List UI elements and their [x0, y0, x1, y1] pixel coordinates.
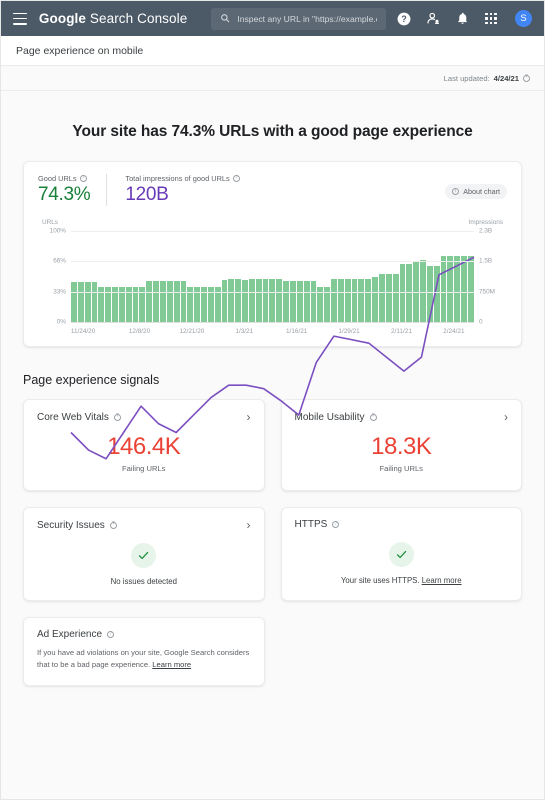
x-axis-tick: 11/24/20	[71, 328, 95, 335]
apps-grid-icon[interactable]	[483, 11, 499, 27]
metric-caption: Total impressions of good URLs ?	[125, 174, 239, 183]
help-icon[interactable]: ?	[396, 11, 412, 27]
grid-line	[71, 231, 474, 232]
app-brand-logo: Google Search Console	[39, 11, 187, 26]
metric-value: 120B	[125, 184, 239, 206]
x-axis-tick: 1/29/21	[338, 328, 359, 335]
help-icon[interactable]: ?	[523, 75, 530, 82]
metric-caption-text: Good URLs	[38, 174, 77, 183]
x-axis-tick: 2/11/21	[391, 328, 412, 335]
y2-axis-tick: 0	[479, 319, 483, 326]
x-axis-tick: 1/3/21	[235, 328, 253, 335]
x-axis-tick: 12/21/20	[179, 328, 204, 335]
avatar[interactable]: S	[515, 10, 532, 27]
learn-more-link[interactable]: Learn more	[152, 660, 191, 669]
top-navigation-bar: Google Search Console ? S	[1, 1, 544, 36]
ad-experience-description: If you have ad violations on your site, …	[37, 648, 249, 669]
card-body-text: If you have ad violations on your site, …	[37, 647, 251, 671]
top-bar-icon-group: ? S	[396, 10, 532, 27]
metric-caption: Good URLs ?	[38, 174, 90, 183]
about-chart-label: About chart	[463, 187, 500, 196]
help-icon[interactable]: ?	[80, 175, 87, 182]
y-axis-tick: 100%	[50, 228, 66, 235]
page-experience-chart: URLs Impressions 0%033%750M66%1.5B100%2.…	[38, 220, 507, 338]
last-updated-value: 4/24/21	[494, 74, 519, 83]
notifications-bell-icon[interactable]	[454, 11, 470, 27]
url-inspection-search-box[interactable]	[211, 8, 386, 30]
hamburger-menu-icon[interactable]	[13, 13, 27, 25]
x-axis-tick: 2/24/21	[443, 328, 464, 335]
x-axis-tick: 1/16/21	[286, 328, 307, 335]
y-axis-tick: 0%	[57, 319, 66, 326]
about-chart-button[interactable]: i About chart	[445, 184, 507, 199]
metric-total-impressions: Total impressions of good URLs ? 120B	[106, 174, 239, 206]
page-title: Page experience on mobile	[16, 45, 143, 57]
search-icon	[220, 10, 230, 28]
y2-axis-tick: 750M	[479, 288, 495, 295]
svg-text:?: ?	[401, 14, 406, 24]
plot-area: 0%033%750M66%1.5B100%2.3B	[71, 231, 474, 323]
help-icon[interactable]: ?	[233, 175, 240, 182]
last-updated-label: Last updated:	[444, 74, 490, 83]
app-window: Google Search Console ? S Page experien	[0, 0, 545, 800]
brand-search-console: Search Console	[86, 11, 187, 26]
x-axis-tick-labels: 11/24/20 12/8/20 12/21/20 1/3/21 1/16/21 1/29…	[71, 328, 474, 340]
grid-line	[71, 261, 474, 262]
page-headline: Your site has 74.3% URLs with a good pag…	[1, 91, 544, 161]
search-input[interactable]	[237, 14, 377, 24]
chart-metrics-row: Good URLs ? 74.3% Total impressions of g…	[38, 174, 507, 206]
x-axis-tick: 12/8/20	[129, 328, 150, 335]
metric-good-urls: Good URLs ? 74.3%	[38, 174, 106, 206]
y-axis-tick: 33%	[53, 288, 66, 295]
page-content: Your site has 74.3% URLs with a good pag…	[1, 91, 544, 799]
chevron-right-icon[interactable]: ›	[504, 411, 508, 423]
y-axis-left-title: URLs	[42, 219, 58, 226]
y2-axis-tick: 2.3B	[479, 228, 492, 235]
impressions-line	[71, 257, 474, 459]
brand-google: Google	[39, 11, 86, 26]
y2-axis-tick: 1.5B	[479, 258, 492, 265]
metric-value: 74.3%	[38, 184, 90, 206]
account-switch-icon[interactable]	[425, 11, 441, 27]
last-updated-bar: Last updated: 4/24/21 ?	[1, 66, 544, 91]
y-axis-right-title: Impressions	[469, 219, 503, 226]
grid-line	[71, 292, 474, 293]
y-axis-tick: 66%	[53, 258, 66, 265]
info-icon: i	[452, 188, 459, 195]
page-experience-chart-card: Good URLs ? 74.3% Total impressions of g…	[23, 161, 522, 347]
metric-caption-text: Total impressions of good URLs	[125, 174, 229, 183]
page-title-bar: Page experience on mobile	[1, 36, 544, 66]
